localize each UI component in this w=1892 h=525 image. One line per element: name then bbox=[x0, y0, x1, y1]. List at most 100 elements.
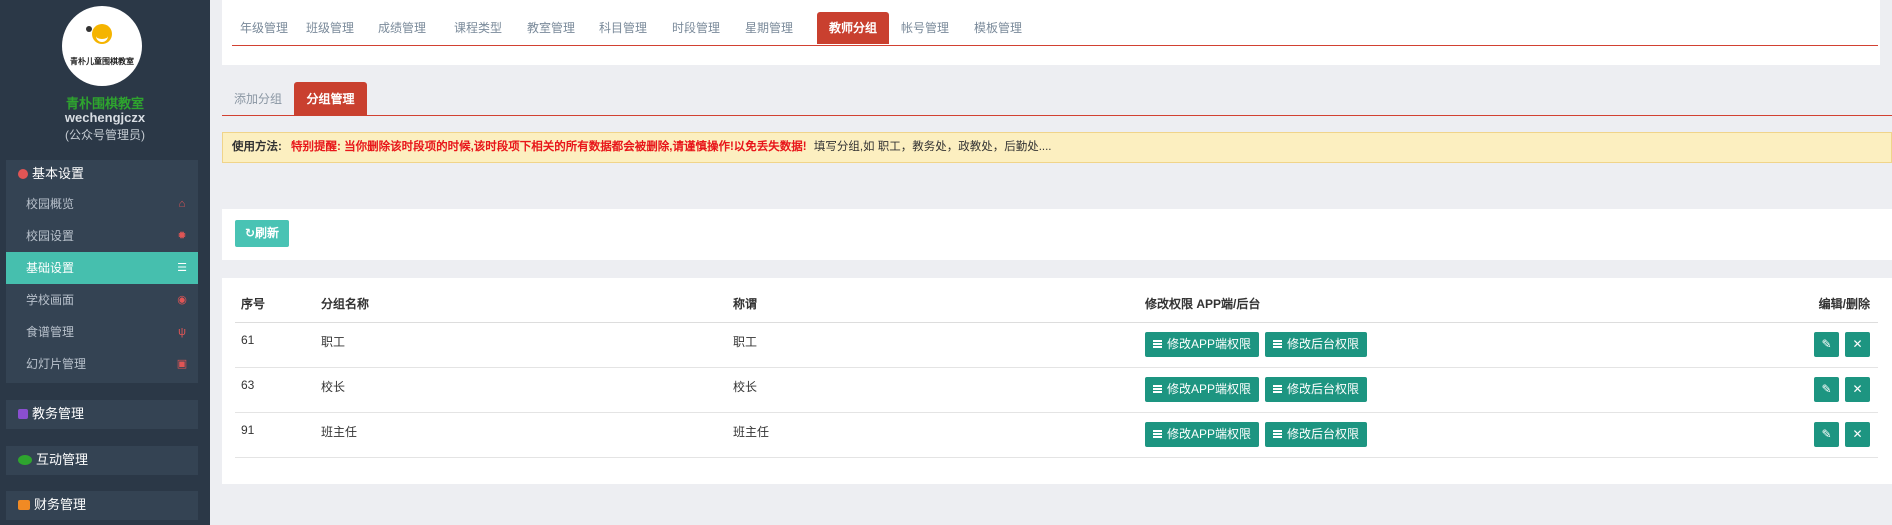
tab-course-type[interactable]: 课程类型 bbox=[440, 12, 516, 44]
button-label: 修改后台权限 bbox=[1287, 427, 1360, 441]
cell-id: 91 bbox=[235, 412, 315, 458]
sidebar-item-label: 校园设置 bbox=[26, 229, 75, 243]
cell-id: 61 bbox=[235, 322, 315, 368]
notice-warning: 特别提醒: 当你删除该时段项的时候,该时段项下相关的所有数据都会被删除,请谨慎操… bbox=[291, 141, 807, 153]
book-icon bbox=[18, 409, 28, 419]
menu-head-finance[interactable]: 财务管理 bbox=[6, 491, 198, 519]
edit-admin-permission-button[interactable]: 修改后台权限 bbox=[1265, 377, 1368, 402]
edit-button[interactable]: ✎ bbox=[1814, 377, 1839, 402]
sidebar-item-school-screen[interactable]: 学校画面 ◉ bbox=[6, 284, 198, 316]
tab-account[interactable]: 帐号管理 bbox=[889, 12, 961, 44]
edit-admin-permission-button[interactable]: 修改后台权限 bbox=[1265, 422, 1368, 447]
tab-classroom[interactable]: 教室管理 bbox=[516, 12, 586, 44]
cutlery-icon: ψ bbox=[178, 326, 186, 338]
button-label: 修改APP端权限 bbox=[1167, 382, 1252, 396]
edit-app-permission-button[interactable]: 修改APP端权限 bbox=[1145, 332, 1260, 357]
col-header-title: 称谓 bbox=[727, 286, 1139, 323]
sidebar-item-label: 基础设置 bbox=[26, 261, 75, 275]
menu-head-basic-settings[interactable]: 基本设置 bbox=[6, 160, 198, 188]
menu-head-academic[interactable]: 教务管理 bbox=[6, 400, 198, 428]
sidebar-item-label: 食谱管理 bbox=[26, 325, 75, 339]
gear-icon: ✹ bbox=[177, 230, 187, 242]
table-row: 91 班主任 班主任 修改APP端权限 修改后台权限 ✎ ✕ bbox=[235, 412, 1878, 458]
sidebar-item-label: 幻灯片管理 bbox=[26, 357, 87, 371]
logo-text: 青朴儿童围棋教室 bbox=[70, 57, 134, 66]
col-header-group-name: 分组名称 bbox=[315, 286, 727, 323]
smile-logo-icon bbox=[92, 24, 112, 44]
sidebar-item-label: 学校画面 bbox=[26, 293, 75, 307]
bank-icon: ⌂ bbox=[178, 198, 186, 210]
menu-head-interaction[interactable]: 互动管理 bbox=[6, 446, 198, 474]
delete-button[interactable]: ✕ bbox=[1845, 377, 1870, 402]
refresh-label: 刷新 bbox=[255, 226, 280, 240]
tab-grade[interactable]: 年级管理 bbox=[232, 12, 296, 44]
menu-head-label: 教务管理 bbox=[32, 406, 85, 421]
edit-admin-permission-button[interactable]: 修改后台权限 bbox=[1265, 332, 1368, 357]
button-label: 修改后台权限 bbox=[1287, 337, 1360, 351]
tab-class[interactable]: 班级管理 bbox=[296, 12, 364, 44]
pencil-icon: ✎ bbox=[1821, 427, 1832, 441]
pencil-icon: ✎ bbox=[1821, 382, 1832, 396]
refresh-panel: ↻刷新 bbox=[222, 209, 1892, 260]
sidebar-item-basic-settings[interactable]: 基础设置 ☰ bbox=[6, 252, 198, 284]
top-tabs: 年级管理 班级管理 成绩管理 课程类型 教室管理 科目管理 时段管理 星期管理 … bbox=[232, 12, 1878, 46]
sidebar-item-campus-overview[interactable]: 校园概览 ⌂ bbox=[6, 188, 198, 220]
delete-button[interactable]: ✕ bbox=[1845, 332, 1870, 357]
col-header-edit-delete: 编辑/删除 bbox=[1699, 286, 1878, 323]
tab-weekday[interactable]: 星期管理 bbox=[732, 12, 806, 44]
close-icon: ✕ bbox=[1852, 382, 1863, 396]
notice-tip: 填写分组,如 职工，教务处，政教处，后勤处.... bbox=[813, 141, 1052, 153]
cell-actions: ✎ ✕ bbox=[1699, 412, 1878, 458]
menu-group-interaction[interactable]: 互动管理 bbox=[6, 446, 198, 475]
sidebar-item-slides[interactable]: 幻灯片管理 ▣ bbox=[6, 348, 198, 380]
cell-id: 63 bbox=[235, 367, 315, 413]
button-label: 修改APP端权限 bbox=[1167, 427, 1252, 441]
cell-permissions: 修改APP端权限 修改后台权限 bbox=[1139, 412, 1699, 458]
edit-button[interactable]: ✎ bbox=[1814, 422, 1839, 447]
account-name: wechengjczx bbox=[64, 110, 146, 125]
col-header-id: 序号 bbox=[235, 286, 315, 323]
list-icon bbox=[1273, 340, 1283, 348]
tab-teacher-group[interactable]: 教师分组 bbox=[817, 12, 889, 44]
edit-app-permission-button[interactable]: 修改APP端权限 bbox=[1145, 422, 1260, 447]
cell-actions: ✎ ✕ bbox=[1699, 322, 1878, 368]
list-icon: ☰ bbox=[177, 262, 187, 274]
list-icon bbox=[1273, 430, 1283, 438]
edit-button[interactable]: ✎ bbox=[1814, 332, 1839, 357]
sidebar-item-recipes[interactable]: 食谱管理 ψ bbox=[6, 316, 198, 348]
usage-notice: 使用方法: 特别提醒: 当你删除该时段项的时候,该时段项下相关的所有数据都会被删… bbox=[222, 132, 1892, 163]
refresh-button[interactable]: ↻刷新 bbox=[235, 220, 289, 247]
tab-subject[interactable]: 科目管理 bbox=[586, 12, 660, 44]
table-row: 63 校长 校长 修改APP端权限 修改后台权限 ✎ ✕ bbox=[235, 367, 1878, 413]
menu-head-label: 财务管理 bbox=[34, 497, 87, 512]
tab-time-slot[interactable]: 时段管理 bbox=[660, 12, 732, 44]
edit-app-permission-button[interactable]: 修改APP端权限 bbox=[1145, 377, 1260, 402]
image-icon: ▣ bbox=[176, 358, 188, 370]
button-label: 修改APP端权限 bbox=[1167, 337, 1252, 351]
account-role: (公众号管理员) bbox=[65, 128, 145, 142]
delete-button[interactable]: ✕ bbox=[1845, 422, 1870, 447]
cell-group-name: 班主任 bbox=[315, 412, 727, 458]
cell-permissions: 修改APP端权限 修改后台权限 bbox=[1139, 322, 1699, 368]
subtab-group-manage[interactable]: 分组管理 bbox=[294, 82, 367, 116]
tab-template[interactable]: 模板管理 bbox=[961, 12, 1035, 44]
menu-group-finance[interactable]: 财务管理 bbox=[6, 491, 198, 520]
cell-title: 班主任 bbox=[727, 412, 1139, 458]
sidebar-item-label: 校园概览 bbox=[26, 197, 75, 211]
subtab-add-group[interactable]: 添加分组 bbox=[222, 82, 294, 116]
list-icon bbox=[1273, 385, 1283, 393]
menu-group-academic[interactable]: 教务管理 bbox=[6, 400, 198, 429]
list-icon bbox=[1153, 430, 1162, 438]
eye-icon: ◉ bbox=[177, 294, 187, 306]
wechat-icon bbox=[18, 455, 32, 465]
tab-scores[interactable]: 成绩管理 bbox=[364, 12, 440, 44]
money-icon bbox=[18, 500, 30, 510]
cell-actions: ✎ ✕ bbox=[1699, 367, 1878, 413]
menu-head-label: 基本设置 bbox=[32, 166, 85, 181]
list-icon bbox=[1153, 340, 1162, 348]
close-icon: ✕ bbox=[1852, 427, 1863, 441]
sidebar-item-campus-settings[interactable]: 校园设置 ✹ bbox=[6, 220, 198, 252]
sub-tabs: 添加分组 分组管理 bbox=[222, 82, 1892, 116]
top-nav: 年级管理 班级管理 成绩管理 课程类型 教室管理 科目管理 时段管理 星期管理 … bbox=[222, 0, 1880, 65]
sidebar: 青朴儿童围棋教室 青朴围棋教室 wechengjczx (公众号管理员) 基本设… bbox=[0, 0, 210, 525]
